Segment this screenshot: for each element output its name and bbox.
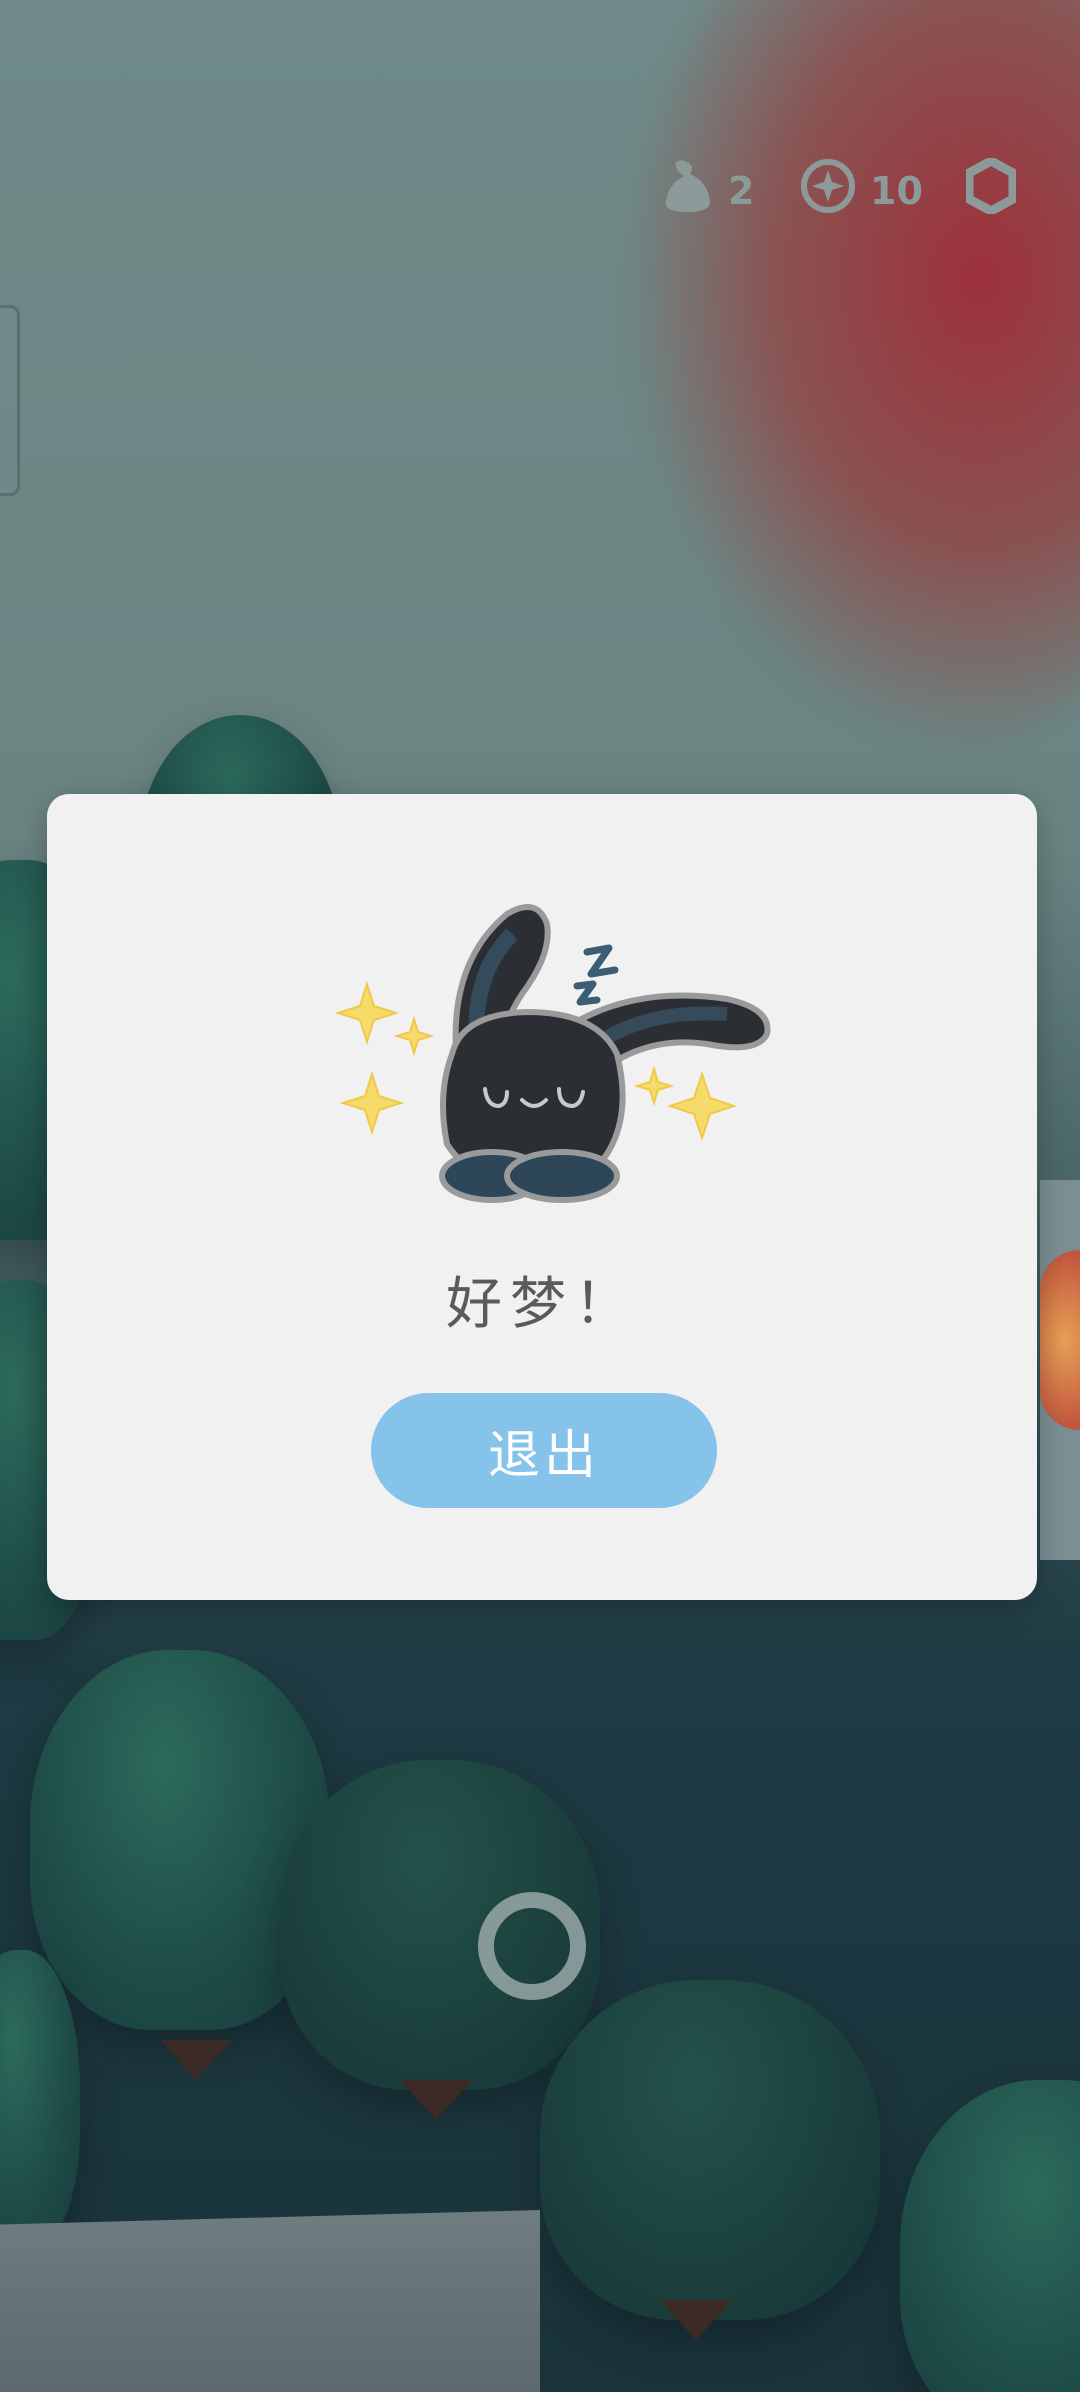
sleep-dialog: 好梦！ 退出 [47,794,1037,1600]
modal-overlay: 好梦！ 退出 [0,0,1080,2392]
exit-button[interactable]: 退出 [371,1393,717,1508]
dialog-title: 好梦！ [446,1272,638,1337]
sleeping-bunny-illustration [297,884,827,1234]
